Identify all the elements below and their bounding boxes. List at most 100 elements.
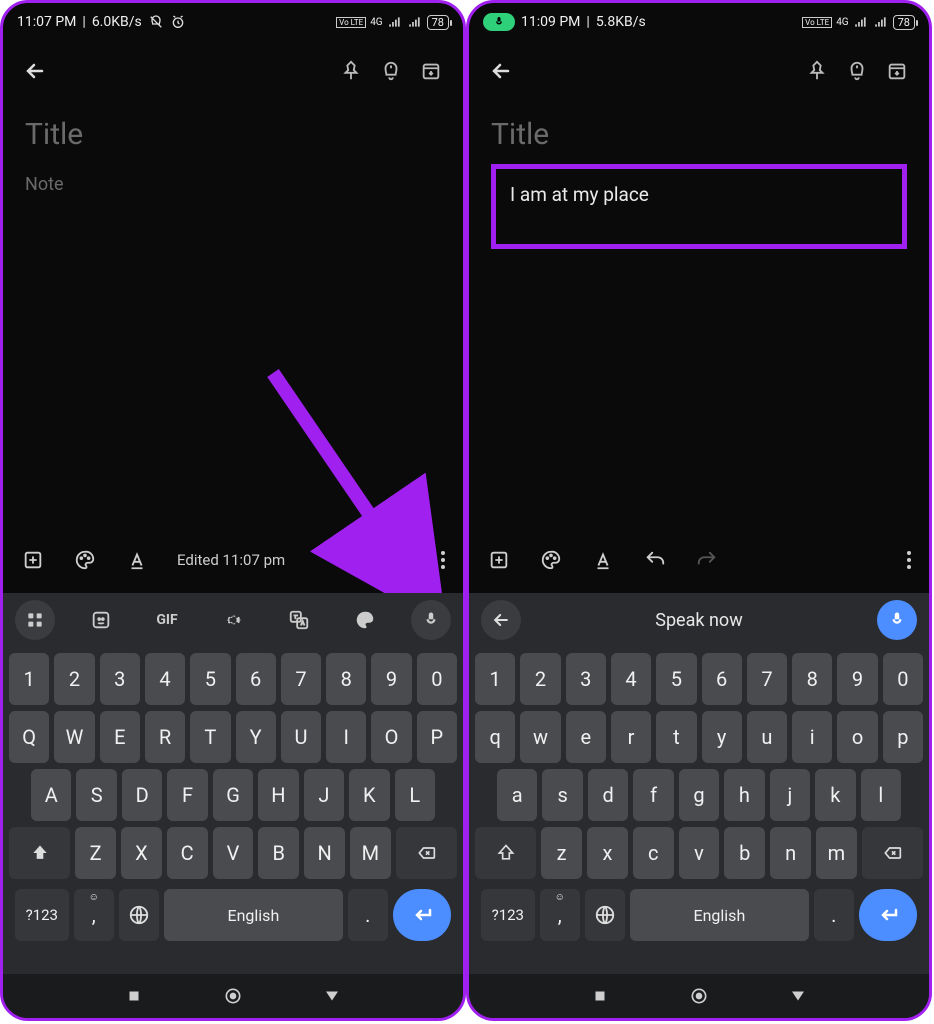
key-u[interactable]: u xyxy=(747,711,787,763)
key-n[interactable]: N xyxy=(304,827,345,879)
key-b[interactable]: b xyxy=(724,827,765,879)
key-c[interactable]: c xyxy=(633,827,674,879)
mic-icon[interactable] xyxy=(411,600,451,640)
key-r[interactable]: r xyxy=(611,711,651,763)
key-l[interactable]: L xyxy=(395,769,435,821)
key-6[interactable]: 6 xyxy=(702,653,742,705)
key-y[interactable]: y xyxy=(702,711,742,763)
key-5[interactable]: 5 xyxy=(190,653,230,705)
key-4[interactable]: 4 xyxy=(145,653,185,705)
shift-key[interactable] xyxy=(475,827,536,879)
key-6[interactable]: 6 xyxy=(236,653,276,705)
key-o[interactable]: O xyxy=(371,711,411,763)
reminder-button[interactable] xyxy=(841,55,873,87)
key-t[interactable]: t xyxy=(656,711,696,763)
key-j[interactable]: j xyxy=(770,769,810,821)
symbols-key[interactable]: ?123 xyxy=(481,889,535,941)
key-7[interactable]: 7 xyxy=(281,653,321,705)
key-p[interactable]: p xyxy=(883,711,923,763)
key-9[interactable]: 9 xyxy=(371,653,411,705)
undo-button[interactable] xyxy=(643,548,667,572)
key-i[interactable]: I xyxy=(326,711,366,763)
key-g[interactable]: G xyxy=(213,769,253,821)
enter-key[interactable] xyxy=(393,889,451,941)
key-3[interactable]: 3 xyxy=(100,653,140,705)
key-0[interactable]: 0 xyxy=(883,653,923,705)
nav-recent[interactable] xyxy=(591,987,609,1005)
key-8[interactable]: 8 xyxy=(326,653,366,705)
language-key[interactable] xyxy=(585,889,625,941)
key-0[interactable]: 0 xyxy=(417,653,457,705)
pin-button[interactable] xyxy=(801,55,833,87)
key-v[interactable]: v xyxy=(679,827,720,879)
shift-key[interactable] xyxy=(9,827,70,879)
nav-back[interactable] xyxy=(789,987,807,1005)
key-2[interactable]: 2 xyxy=(54,653,94,705)
add-button[interactable] xyxy=(21,548,45,572)
key-x[interactable]: X xyxy=(121,827,162,879)
mic-active-button[interactable] xyxy=(877,600,917,640)
nav-home[interactable] xyxy=(689,986,709,1006)
more-button[interactable] xyxy=(907,551,911,569)
key-j[interactable]: J xyxy=(304,769,344,821)
key-r[interactable]: R xyxy=(145,711,185,763)
settings-icon[interactable] xyxy=(213,600,253,640)
key-v[interactable]: V xyxy=(213,827,254,879)
key-y[interactable]: Y xyxy=(236,711,276,763)
archive-button[interactable] xyxy=(415,55,447,87)
key-z[interactable]: Z xyxy=(75,827,116,879)
reminder-button[interactable] xyxy=(375,55,407,87)
key-f[interactable]: f xyxy=(633,769,673,821)
key-s[interactable]: s xyxy=(542,769,582,821)
key-h[interactable]: h xyxy=(724,769,764,821)
comma-key[interactable]: ☺, xyxy=(74,889,114,941)
key-1[interactable]: 1 xyxy=(9,653,49,705)
key-4[interactable]: 4 xyxy=(611,653,651,705)
key-z[interactable]: z xyxy=(541,827,582,879)
key-9[interactable]: 9 xyxy=(837,653,877,705)
key-u[interactable]: U xyxy=(281,711,321,763)
key-e[interactable]: E xyxy=(100,711,140,763)
key-s[interactable]: S xyxy=(76,769,116,821)
key-c[interactable]: C xyxy=(167,827,208,879)
pin-button[interactable] xyxy=(335,55,367,87)
key-o[interactable]: o xyxy=(837,711,877,763)
key-t[interactable]: T xyxy=(190,711,230,763)
title-input[interactable]: Title xyxy=(25,117,441,152)
title-input[interactable]: Title xyxy=(491,117,907,152)
theme-icon[interactable] xyxy=(345,600,385,640)
back-button[interactable] xyxy=(19,55,51,87)
gif-button[interactable]: GIF xyxy=(147,600,187,640)
backspace-key[interactable] xyxy=(396,827,457,879)
key-a[interactable]: A xyxy=(31,769,71,821)
nav-recent[interactable] xyxy=(125,987,143,1005)
note-input[interactable]: Note xyxy=(25,174,441,195)
key-7[interactable]: 7 xyxy=(747,653,787,705)
backspace-key[interactable] xyxy=(862,827,923,879)
symbols-key[interactable]: ?123 xyxy=(15,889,69,941)
key-f[interactable]: F xyxy=(167,769,207,821)
more-button[interactable] xyxy=(441,551,445,569)
sticker-icon[interactable] xyxy=(81,600,121,640)
key-q[interactable]: q xyxy=(475,711,515,763)
key-e[interactable]: e xyxy=(566,711,606,763)
enter-key[interactable] xyxy=(859,889,917,941)
key-q[interactable]: Q xyxy=(9,711,49,763)
text-format-button[interactable] xyxy=(125,548,149,572)
key-2[interactable]: 2 xyxy=(520,653,560,705)
key-b[interactable]: B xyxy=(258,827,299,879)
key-5[interactable]: 5 xyxy=(656,653,696,705)
key-p[interactable]: P xyxy=(417,711,457,763)
nav-home[interactable] xyxy=(223,986,243,1006)
archive-button[interactable] xyxy=(881,55,913,87)
key-w[interactable]: W xyxy=(54,711,94,763)
note-text-highlight[interactable]: I am at my place xyxy=(491,164,907,249)
key-m[interactable]: M xyxy=(350,827,391,879)
key-g[interactable]: g xyxy=(679,769,719,821)
key-8[interactable]: 8 xyxy=(792,653,832,705)
language-key[interactable] xyxy=(119,889,159,941)
text-format-button[interactable] xyxy=(591,548,615,572)
key-w[interactable]: w xyxy=(520,711,560,763)
keyboard-back-button[interactable] xyxy=(481,600,521,640)
key-a[interactable]: a xyxy=(497,769,537,821)
